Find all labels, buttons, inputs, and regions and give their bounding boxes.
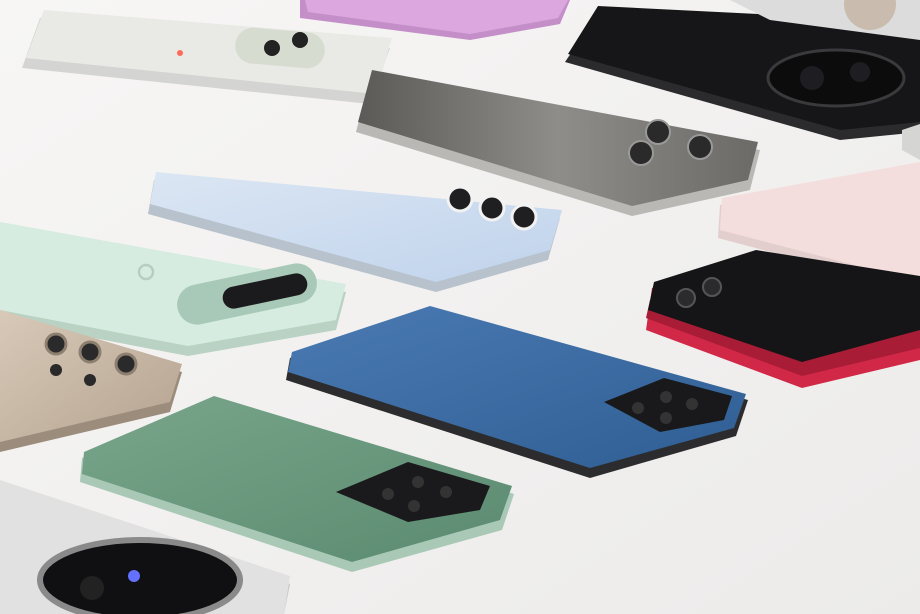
phones-illustration bbox=[0, 0, 920, 614]
phones-photo bbox=[0, 0, 920, 614]
